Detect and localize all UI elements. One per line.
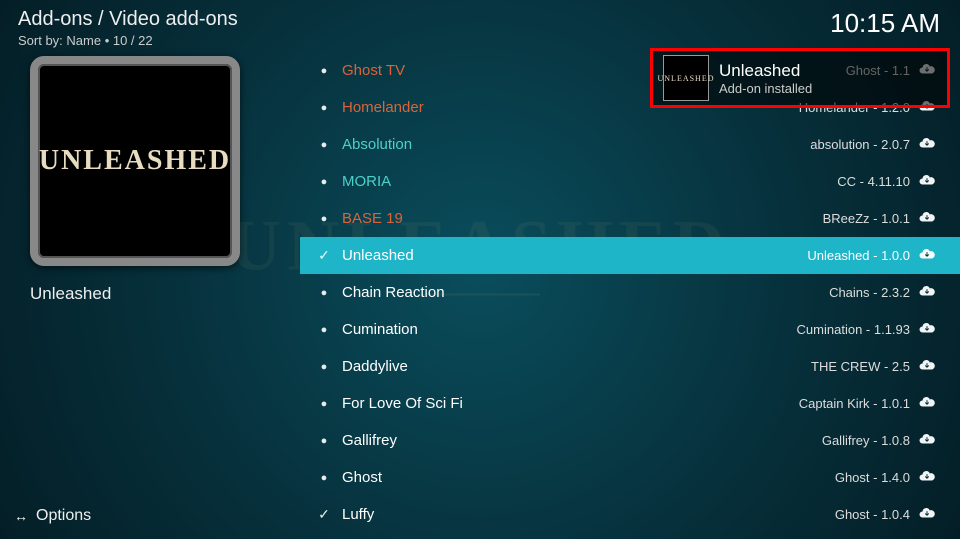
list-item-meta: CC - 4.11.10 [837,174,910,189]
addon-name: Unleashed [30,284,260,304]
list-item-meta: Captain Kirk - 1.0.1 [799,396,910,411]
bullet-icon: ● [316,472,332,484]
download-icon [918,171,936,193]
addon-list[interactable]: ●Ghost TVGhost - 1.1●HomelanderHomelande… [300,52,960,539]
bullet-icon: ● [316,324,332,336]
sidebar: UNLEASHED Unleashed [30,56,260,304]
list-item-meta: THE CREW - 2.5 [811,359,910,374]
list-item-meta: Ghost - 1.0.4 [835,507,910,522]
check-icon: ✓ [316,506,332,523]
notification-popup: UNLEASHED Unleashed Add-on installed [650,48,950,108]
list-item-title: Daddylive [342,358,408,375]
list-item[interactable]: ● Ghost Ghost - 1.4.0 [300,459,960,496]
list-item-title: Chain Reaction [342,284,445,301]
download-icon [918,245,936,267]
list-item-meta: Chains - 2.3.2 [829,285,910,300]
bullet-icon: ● [316,102,332,114]
notification-subtitle: Add-on installed [719,81,812,96]
list-item[interactable]: ● MORIA CC - 4.11.10 [300,163,960,200]
bullet-icon: ● [316,398,332,410]
breadcrumb: Add-ons / Video add-ons [18,8,238,31]
list-item[interactable]: ● For Love Of Sci Fi Captain Kirk - 1.0.1 [300,385,960,422]
download-icon [918,504,936,526]
list-item[interactable]: ● Daddylive THE CREW - 2.5 [300,348,960,385]
list-item-title: Homelander [342,99,424,116]
addon-thumbnail-label: UNLEASHED [39,145,231,177]
list-item[interactable]: ● Absolution absolution - 2.0.7 [300,126,960,163]
list-item-meta: Cumination - 1.1.93 [797,322,910,337]
bullet-icon: ● [316,361,332,373]
check-icon: ✓ [316,247,332,264]
download-icon [918,208,936,230]
download-icon [918,430,936,452]
sort-info: Sort by: Name • 10 / 22 [18,33,238,48]
bullet-icon: ● [316,139,332,151]
list-item[interactable]: ✓ Luffy Ghost - 1.0.4 [300,496,960,533]
list-item-title: Ghost TV [342,62,405,79]
options-icon: ↔ [14,508,28,524]
bullet-icon: ● [316,435,332,447]
list-item-title: MORIA [342,173,391,190]
addon-thumbnail: UNLEASHED [30,56,240,266]
list-item-title: Absolution [342,136,412,153]
list-item[interactable]: ● Cumination Cumination - 1.1.93 [300,311,960,348]
bullet-icon: ● [316,287,332,299]
bullet-icon: ● [316,213,332,225]
list-item-title: BASE 19 [342,210,403,227]
list-item-title: Unleashed [342,247,414,264]
options-label: Options [36,507,91,525]
list-item-meta: Gallifrey - 1.0.8 [822,433,910,448]
list-item[interactable]: ✓ Unleashed Unleashed - 1.0.0 [300,237,960,274]
list-item-meta: Unleashed - 1.0.0 [807,248,910,263]
download-icon [918,134,936,156]
list-item-meta: BReeZz - 1.0.1 [823,211,910,226]
bullet-icon: ● [316,176,332,188]
list-item-title: For Love Of Sci Fi [342,395,463,412]
list-item-title: Ghost [342,469,382,486]
list-item-title: Cumination [342,321,418,338]
clock: 10:15 AM [830,8,940,39]
list-item[interactable]: ● Gallifrey Gallifrey - 1.0.8 [300,422,960,459]
list-item[interactable]: ● Chain Reaction Chains - 2.3.2 [300,274,960,311]
list-item-meta: Ghost - 1.4.0 [835,470,910,485]
download-icon [918,319,936,341]
options-button[interactable]: ↔ Options [14,507,91,525]
download-icon [918,467,936,489]
list-item-title: Luffy [342,506,374,523]
bullet-icon: ● [316,65,332,77]
list-item[interactable]: ● BASE 19 BReeZz - 1.0.1 [300,200,960,237]
list-item-meta: absolution - 2.0.7 [810,137,910,152]
download-icon [918,282,936,304]
download-icon [918,356,936,378]
download-icon [918,393,936,415]
notification-thumbnail: UNLEASHED [663,55,709,101]
notification-title: Unleashed [719,61,812,81]
list-item-title: Gallifrey [342,432,397,449]
